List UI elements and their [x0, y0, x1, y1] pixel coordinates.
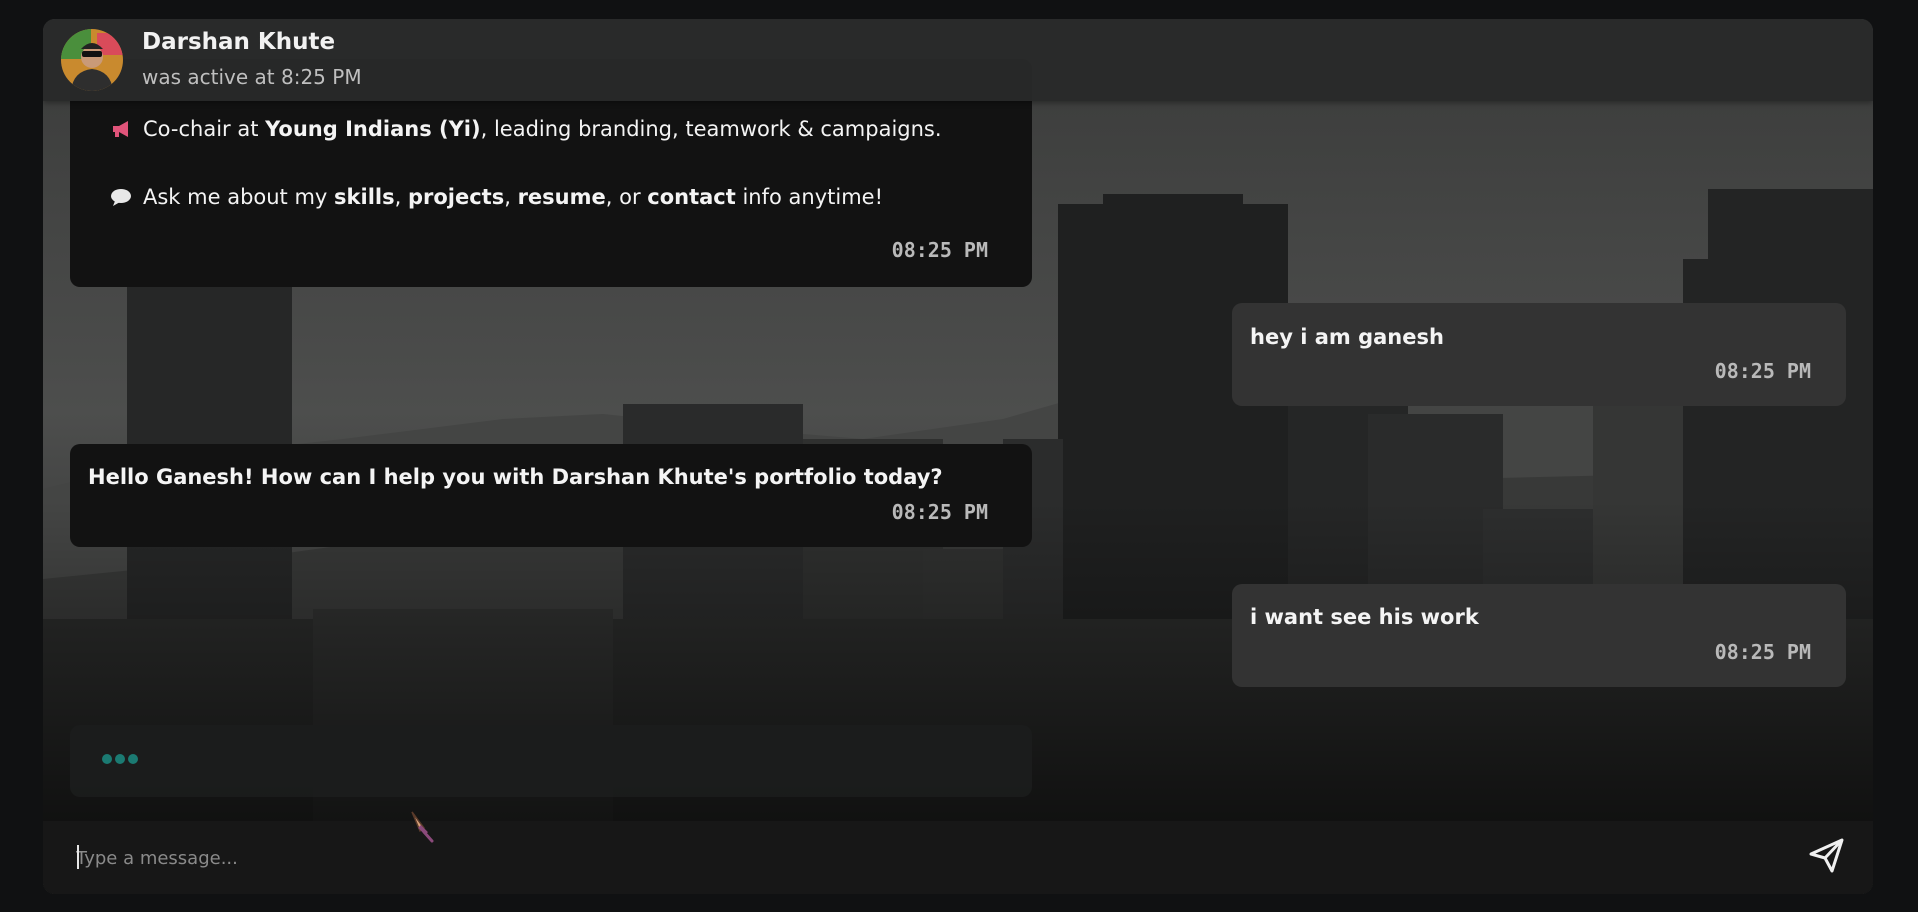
- message-line: Ask me about my skills, projects, resume…: [110, 185, 883, 209]
- text-caret: [77, 845, 79, 869]
- speech-bubble-icon: [111, 189, 131, 206]
- message-timestamp: 08:25 PM: [1714, 359, 1811, 383]
- bot-message: Hello Ganesh! How can I help you with Da…: [70, 444, 1032, 547]
- avatar[interactable]: [61, 29, 123, 91]
- mouse-cursor-icon: [411, 811, 434, 843]
- megaphone-icon: [113, 121, 128, 137]
- typing-indicator: [70, 725, 1032, 797]
- last-active-status: was active at 8:25 PM: [142, 65, 362, 89]
- message-composer: [43, 821, 1873, 894]
- contact-name: Darshan Khute: [142, 29, 336, 55]
- user-message: i want see his work 08:25 PM: [1232, 584, 1846, 687]
- message-text: i want see his work: [1250, 605, 1479, 629]
- send-icon[interactable]: [1806, 835, 1846, 875]
- message-timestamp: 08:25 PM: [1714, 640, 1811, 664]
- chat-window: Darshan Khute was active at 8:25 PM Co-c…: [43, 19, 1873, 894]
- message-text: Hello Ganesh! How can I help you with Da…: [88, 465, 943, 489]
- message-text: hey i am ganesh: [1250, 325, 1444, 349]
- message-timestamp: 08:25 PM: [891, 238, 988, 262]
- chat-header: Darshan Khute was active at 8:25 PM: [43, 19, 1873, 101]
- message-timestamp: 08:25 PM: [891, 500, 988, 524]
- user-message: hey i am ganesh 08:25 PM: [1232, 303, 1846, 406]
- message-input[interactable]: [76, 841, 1776, 875]
- message-line: Co-chair at Young Indians (Yi), leading …: [110, 117, 942, 141]
- avatar-image: [61, 29, 123, 91]
